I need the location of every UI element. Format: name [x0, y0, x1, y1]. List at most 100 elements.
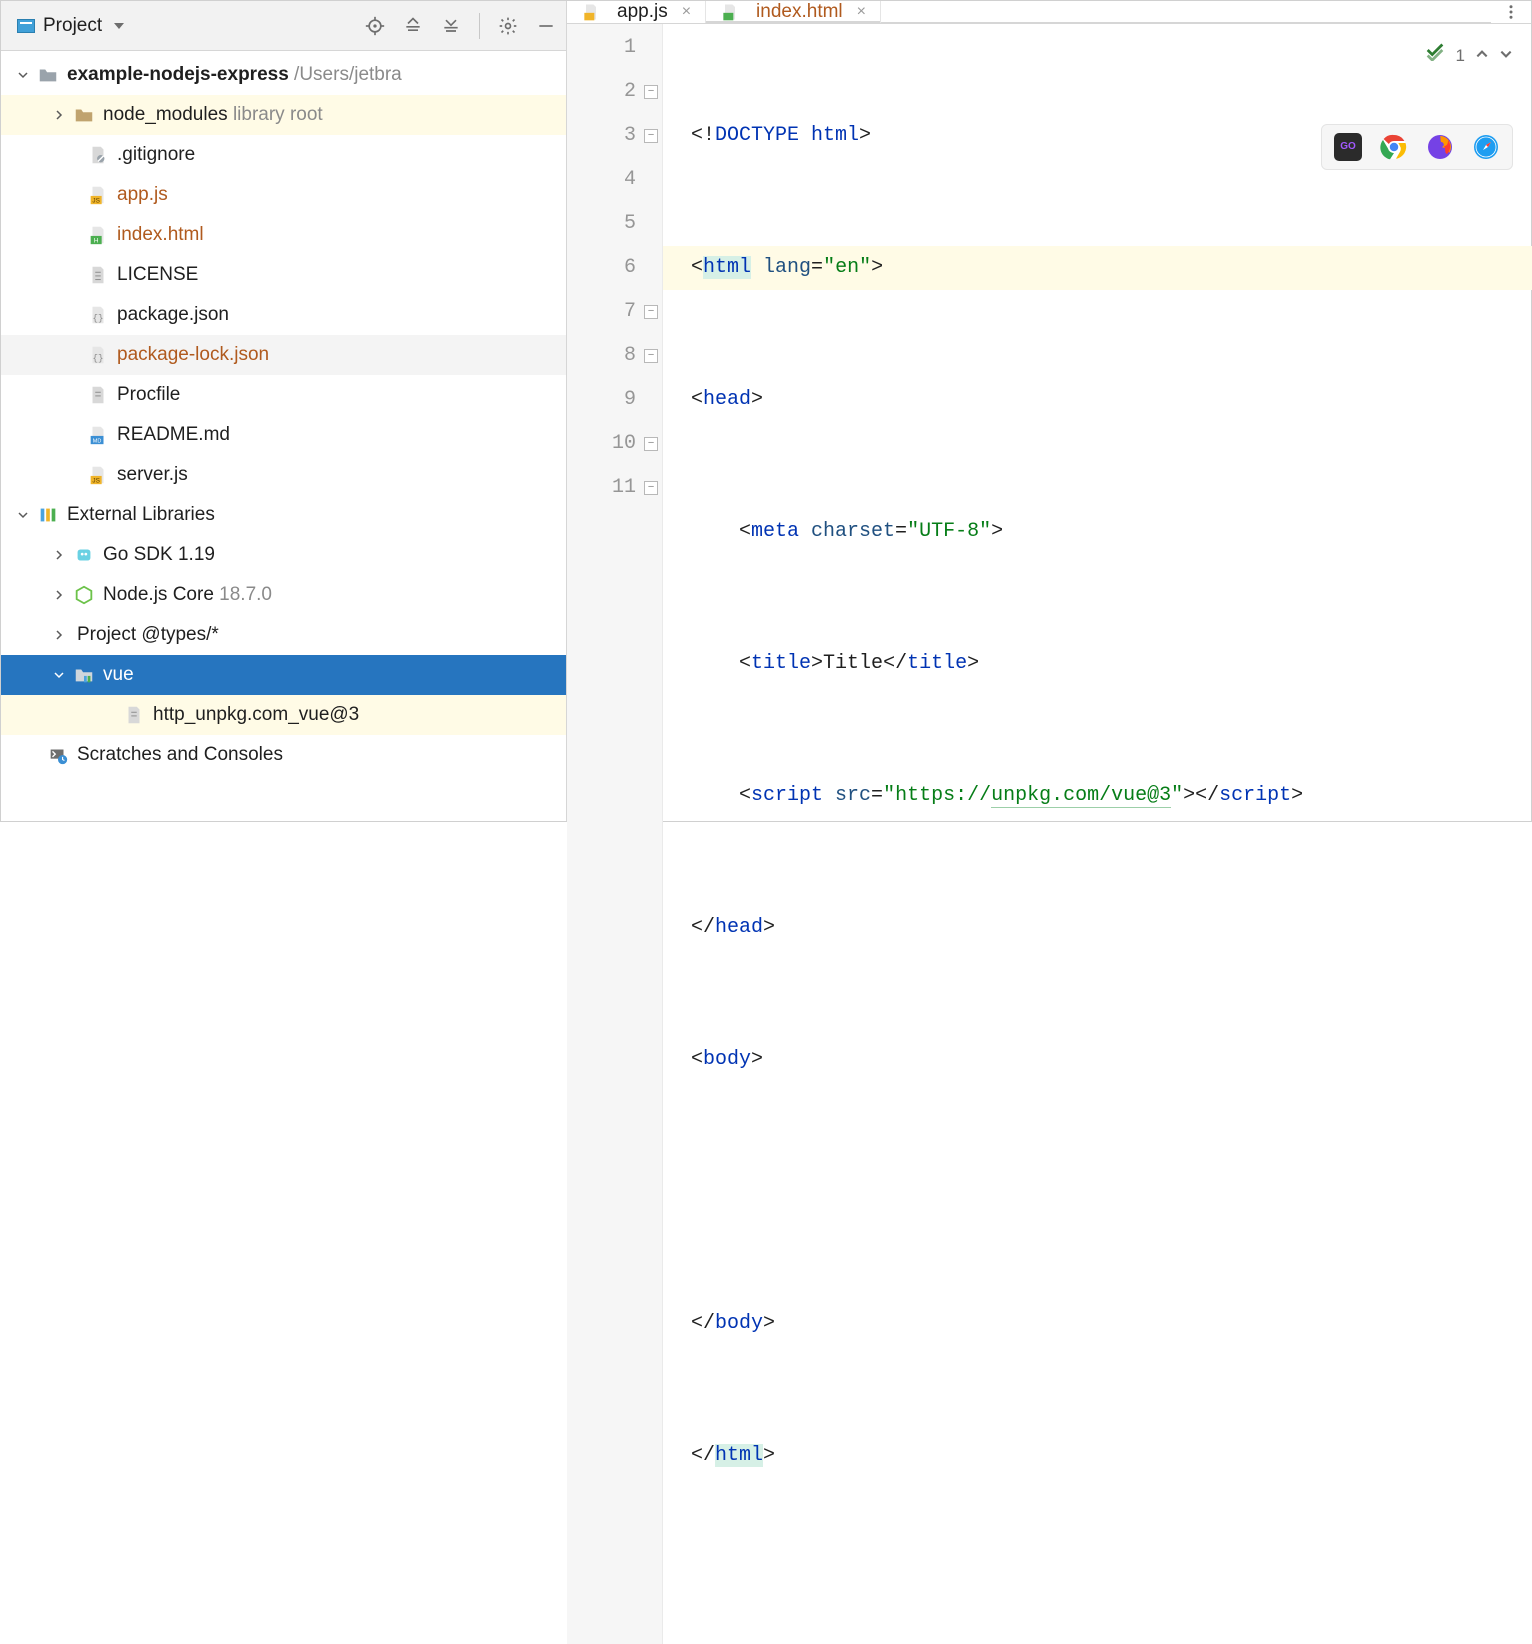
chevron-right-icon[interactable] — [51, 107, 67, 123]
tree-file-appjs[interactable]: JS app.js — [1, 175, 566, 215]
external-libraries-label: External Libraries — [67, 504, 215, 526]
line-number[interactable]: 2− — [567, 70, 636, 114]
tree-file-gitignore[interactable]: .gitignore — [1, 135, 566, 175]
tree-types[interactable]: Project @types/* — [1, 615, 566, 655]
html-file-icon: H — [87, 224, 109, 246]
tree-go-sdk[interactable]: Go SDK 1.19 — [1, 535, 566, 575]
tree-vue[interactable]: vue — [1, 655, 566, 695]
project-root-path: /Users/jetbra — [294, 64, 402, 86]
nodejs-core-version: 18.7.0 — [219, 584, 272, 606]
file-label: index.html — [117, 224, 204, 246]
line-gutter[interactable]: 1 2− 3− 4 5 6 7− 8− 9 10− 11− — [567, 24, 663, 1644]
fold-icon[interactable]: − — [644, 305, 658, 319]
code-editor[interactable]: 1 2− 3− 4 5 6 7− 8− 9 10− 11− <!DOCTYPE … — [567, 24, 1531, 1644]
project-root-name: example-nodejs-express — [67, 64, 289, 86]
svg-text:{}: {} — [93, 353, 104, 364]
svg-text:JS: JS — [92, 197, 99, 204]
editor-pane: app.js × index.html × 1 2− 3− 4 5 6 7− 8… — [567, 1, 1531, 821]
browser-preview-bar: GO — [1321, 124, 1513, 170]
go-sdk-label: Go SDK 1.19 — [103, 544, 215, 566]
prev-highlight-icon[interactable] — [1475, 34, 1489, 78]
chevron-right-icon[interactable] — [51, 587, 67, 603]
chrome-icon[interactable] — [1380, 133, 1408, 161]
firefox-icon[interactable] — [1426, 133, 1454, 161]
chevron-right-icon[interactable] — [51, 627, 67, 643]
tree-node-modules[interactable]: node_modules library root — [1, 95, 566, 135]
safari-icon[interactable] — [1472, 133, 1500, 161]
minimize-icon[interactable] — [536, 16, 556, 36]
text-file-icon — [87, 384, 109, 406]
svg-text:H: H — [94, 237, 99, 244]
go-icon — [73, 544, 95, 566]
chevron-right-icon[interactable] — [51, 547, 67, 563]
tree-project-root[interactable]: example-nodejs-express /Users/jetbra — [1, 55, 566, 95]
chevron-down-icon[interactable] — [51, 667, 67, 683]
locate-icon[interactable] — [365, 16, 385, 36]
tab-appjs[interactable]: app.js × — [567, 1, 706, 23]
code-content[interactable]: <!DOCTYPE html> <html lang="en"> <head> … — [663, 24, 1531, 1644]
file-label: Procfile — [117, 384, 180, 406]
json-file-icon: {} — [87, 344, 109, 366]
js-file-icon: JS — [87, 464, 109, 486]
file-icon — [87, 144, 109, 166]
project-tree[interactable]: example-nodejs-express /Users/jetbra nod… — [1, 51, 566, 821]
tree-vue-file[interactable]: http_unpkg.com_vue@3 — [1, 695, 566, 735]
line-number[interactable]: 11− — [567, 466, 636, 510]
tree-file-packagejson[interactable]: {} package.json — [1, 295, 566, 335]
tree-nodejs-core[interactable]: Node.js Core 18.7.0 — [1, 575, 566, 615]
js-file-icon — [581, 2, 601, 22]
file-label: .gitignore — [117, 144, 195, 166]
line-number[interactable]: 1 — [567, 26, 636, 70]
editor-tabs: app.js × index.html × — [567, 1, 1531, 24]
line-number[interactable]: 7− — [567, 290, 636, 334]
vue-file-label: http_unpkg.com_vue@3 — [153, 704, 359, 726]
line-number[interactable]: 9 — [567, 378, 636, 422]
next-highlight-icon[interactable] — [1499, 34, 1513, 78]
tree-external-libraries[interactable]: External Libraries — [1, 495, 566, 535]
js-file-icon: JS — [87, 184, 109, 206]
chevron-down-icon[interactable] — [15, 67, 31, 83]
file-label: package.json — [117, 304, 229, 326]
folder-icon — [37, 64, 59, 86]
scratches-label: Scratches and Consoles — [77, 744, 283, 766]
tab-label: app.js — [617, 1, 668, 23]
line-number[interactable]: 3− — [567, 114, 636, 158]
tab-indexhtml[interactable]: index.html × — [706, 1, 881, 23]
line-number[interactable]: 8− — [567, 334, 636, 378]
line-number[interactable]: 6 — [567, 246, 636, 290]
goland-icon[interactable]: GO — [1334, 133, 1362, 161]
folder-library-icon — [73, 664, 95, 686]
tree-file-packagelock[interactable]: {} package-lock.json — [1, 335, 566, 375]
fold-icon[interactable]: − — [644, 481, 658, 495]
tree-file-readme[interactable]: MD README.md — [1, 415, 566, 455]
fold-icon[interactable]: − — [644, 349, 658, 363]
fold-icon[interactable]: − — [644, 85, 658, 99]
svg-text:GO: GO — [1340, 141, 1356, 152]
project-view-selector[interactable]: Project — [11, 13, 130, 39]
node-modules-hint: library root — [233, 104, 323, 126]
line-number[interactable]: 4 — [567, 158, 636, 202]
svg-text:{}: {} — [93, 313, 104, 324]
line-number[interactable]: 10− — [567, 422, 636, 466]
vue-label: vue — [103, 664, 134, 686]
tabs-menu-button[interactable] — [1491, 1, 1531, 23]
line-number[interactable]: 5 — [567, 202, 636, 246]
gear-icon[interactable] — [498, 16, 518, 36]
tree-scratches[interactable]: Scratches and Consoles — [1, 735, 566, 775]
close-icon[interactable]: × — [857, 3, 866, 21]
tree-file-indexhtml[interactable]: H index.html — [1, 215, 566, 255]
nodejs-core-label: Node.js Core — [103, 584, 214, 606]
library-icon — [37, 504, 59, 526]
expand-all-icon[interactable] — [403, 16, 423, 36]
tree-file-procfile[interactable]: Procfile — [1, 375, 566, 415]
inspection-widget[interactable]: 1 — [1424, 34, 1513, 78]
collapse-all-icon[interactable] — [441, 16, 461, 36]
tree-file-license[interactable]: LICENSE — [1, 255, 566, 295]
fold-icon[interactable]: − — [644, 437, 658, 451]
fold-icon[interactable]: − — [644, 129, 658, 143]
chevron-down-icon[interactable] — [15, 507, 31, 523]
file-label: README.md — [117, 424, 230, 446]
chevron-down-icon — [114, 23, 124, 29]
close-icon[interactable]: × — [682, 3, 691, 21]
tree-file-serverjs[interactable]: JS server.js — [1, 455, 566, 495]
